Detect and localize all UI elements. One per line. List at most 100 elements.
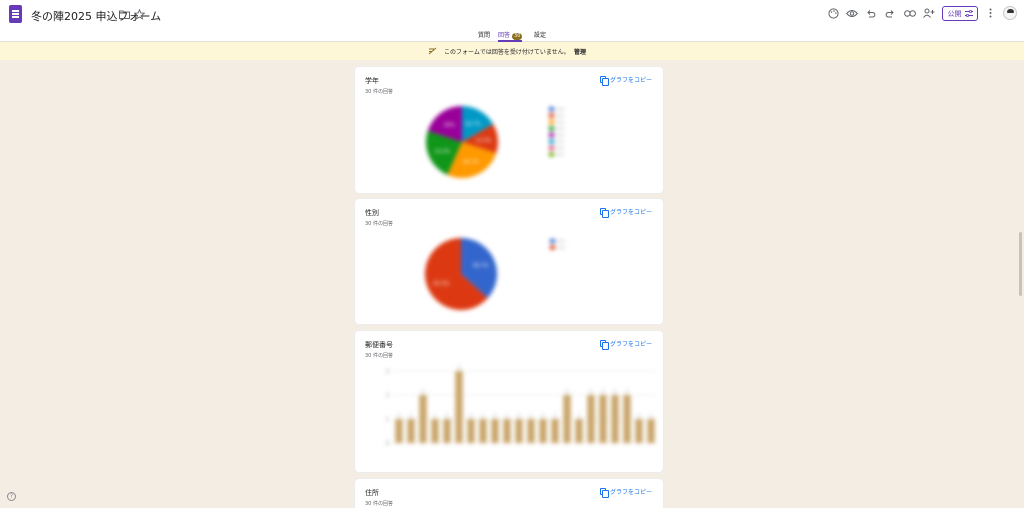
folder-icon[interactable] bbox=[118, 8, 130, 20]
bar-21 bbox=[647, 419, 655, 443]
manage-link[interactable]: 管理 bbox=[574, 47, 586, 56]
star-icon[interactable] bbox=[133, 8, 145, 20]
more-vert-icon[interactable] bbox=[986, 7, 994, 19]
legend-label-7 bbox=[556, 153, 564, 156]
page-scrollbar[interactable] bbox=[1019, 232, 1022, 296]
banner-message: このフォームでは回答を受け付けていません。 bbox=[444, 49, 570, 56]
bar-20 bbox=[635, 419, 643, 443]
legend-swatch-2 bbox=[549, 120, 554, 124]
copy-chart-label: グラフをコピー bbox=[609, 489, 652, 496]
bar-14 bbox=[563, 395, 571, 443]
publish-settings-icon bbox=[964, 10, 973, 17]
add-collaborator-icon[interactable] bbox=[922, 7, 935, 19]
summary-card-address: 住所 30 件の回答 グラフをコピー bbox=[355, 479, 663, 508]
legend-label-1 bbox=[556, 114, 564, 117]
bar-value-label-6: 1 bbox=[470, 413, 473, 418]
bar-value-label-9: 1 bbox=[506, 413, 509, 418]
responses-count-badge: 30 bbox=[512, 33, 523, 40]
responses-off-icon bbox=[428, 47, 437, 55]
bar-value-label-5: 3 bbox=[458, 365, 461, 370]
summary-card-gender: 性別 30 件の回答 グラフをコピー 36.7% 63.3% bbox=[355, 199, 663, 324]
undo-icon[interactable] bbox=[865, 7, 877, 19]
legend-swatch-3 bbox=[549, 126, 554, 131]
tab-responses[interactable]: 回答 30 bbox=[498, 30, 523, 42]
bar-value-label-17: 2 bbox=[602, 389, 605, 394]
question-title: 住所 bbox=[365, 489, 379, 497]
top-bar: 冬の陣2025 申込フォーム 公開 bbox=[0, 0, 1024, 28]
bar-value-label-3: 1 bbox=[434, 413, 437, 418]
grade-pie-chart: 16.7% 13.3% 26.7% 23.3% 20% bbox=[426, 106, 564, 178]
legend-label-0 bbox=[557, 240, 565, 242]
bar-11 bbox=[527, 419, 535, 443]
response-count: 30 件の回答 bbox=[365, 501, 393, 507]
legend-swatch-6 bbox=[549, 146, 554, 150]
bar-value-label-21: 1 bbox=[650, 413, 653, 418]
link-icon[interactable] bbox=[903, 7, 916, 19]
redo-icon[interactable] bbox=[884, 7, 896, 19]
legend-label-6 bbox=[556, 147, 564, 149]
y-tick-label-0: 0 bbox=[386, 441, 389, 447]
form-tabs: 質問 回答 30 設定 bbox=[0, 28, 1024, 42]
pie-slice-label-1: 63.3% bbox=[433, 281, 449, 287]
bar-4 bbox=[443, 419, 451, 443]
palette-icon[interactable] bbox=[827, 7, 839, 19]
bar-5 bbox=[455, 371, 463, 443]
account-avatar[interactable] bbox=[1003, 6, 1017, 20]
legend-label-3 bbox=[556, 127, 564, 130]
tab-questions[interactable]: 質問 bbox=[478, 30, 490, 42]
bar-value-label-14: 2 bbox=[566, 389, 569, 394]
legend-swatch-7 bbox=[549, 152, 554, 157]
y-tick-label-2: 2 bbox=[386, 393, 389, 399]
legend-label-5 bbox=[556, 140, 564, 143]
copy-chart-button[interactable]: グラフをコピー bbox=[599, 487, 652, 498]
legend-swatch-0 bbox=[550, 239, 555, 243]
legend-swatch-0 bbox=[549, 107, 554, 111]
bar-value-label-19: 2 bbox=[626, 389, 629, 394]
bar-3 bbox=[431, 419, 439, 443]
legend-swatch-5 bbox=[549, 139, 554, 144]
bar-0 bbox=[395, 419, 403, 443]
legend-swatch-4 bbox=[549, 133, 554, 137]
bar-13 bbox=[551, 419, 559, 443]
bar-7 bbox=[479, 419, 487, 443]
bar-value-label-13: 1 bbox=[554, 413, 557, 418]
legend-label-1 bbox=[557, 246, 565, 249]
copy-icon bbox=[599, 488, 609, 498]
not-accepting-banner: このフォームでは回答を受け付けていません。 管理 bbox=[0, 42, 1024, 60]
y-tick-label-1: 1 bbox=[386, 417, 389, 423]
publish-label: 公開 bbox=[947, 9, 962, 18]
bar-value-label-16: 2 bbox=[590, 389, 593, 394]
pie-slice-label-0: 36.7% bbox=[473, 263, 489, 269]
help-icon[interactable]: ? bbox=[7, 492, 16, 501]
tab-responses-label: 回答 bbox=[498, 32, 511, 39]
bar-value-label-10: 1 bbox=[518, 413, 521, 418]
pie-slice-label-1: 13.3% bbox=[476, 138, 492, 144]
legend-label-2 bbox=[556, 121, 564, 123]
bar-value-label-4: 1 bbox=[446, 413, 449, 418]
bar-2 bbox=[419, 395, 427, 443]
pie-slice-label-4: 20% bbox=[444, 123, 455, 129]
bar-value-label-1: 1 bbox=[410, 413, 413, 418]
legend-swatch-1 bbox=[549, 113, 554, 118]
preview-eye-icon[interactable] bbox=[846, 7, 858, 19]
bar-value-label-12: 1 bbox=[542, 413, 545, 418]
publish-button[interactable]: 公開 bbox=[942, 6, 978, 21]
bar-16 bbox=[587, 395, 595, 443]
bar-18 bbox=[611, 395, 619, 443]
legend-label-4 bbox=[556, 134, 564, 136]
pie-slice-label-0: 16.7% bbox=[465, 121, 481, 127]
bar-12 bbox=[539, 419, 547, 443]
pie-slice-label-2: 26.7% bbox=[463, 160, 479, 166]
tab-settings[interactable]: 設定 bbox=[534, 30, 546, 42]
legend-label-0 bbox=[556, 108, 564, 110]
bar-value-label-8: 1 bbox=[494, 413, 497, 418]
bar-6 bbox=[467, 419, 475, 443]
bar-value-label-11: 1 bbox=[530, 413, 533, 418]
bar-19 bbox=[623, 395, 631, 443]
forms-app-icon[interactable] bbox=[9, 5, 22, 23]
gender-pie-chart: 36.7% 63.3% bbox=[425, 238, 565, 310]
y-tick-label-3: 3 bbox=[386, 369, 389, 375]
bar-17 bbox=[599, 395, 607, 443]
bar-value-label-0: 1 bbox=[398, 413, 401, 418]
summary-card-postal-code: 郵便番号 30 件の回答 グラフをコピー 0123112113111111112… bbox=[355, 331, 663, 472]
